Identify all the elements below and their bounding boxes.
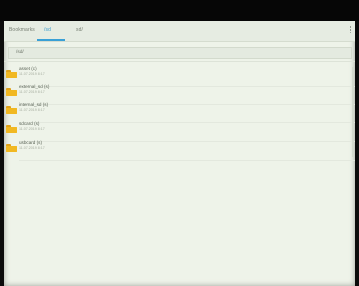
folder-icon <box>6 70 17 78</box>
item-name: asset (c) <box>19 66 37 71</box>
item-name: usbcard (s) <box>19 140 42 145</box>
tab-bookmarks[interactable]: Bookmarks <box>9 27 35 33</box>
overflow-menu-icon[interactable] <box>349 25 352 36</box>
current-path: /sd/ <box>16 50 24 55</box>
item-name: sdcard (s) <box>19 121 40 126</box>
file-manager-screen: Bookmarks /sd sd/ /sd/ asset (c) 11.07.2… <box>4 21 355 286</box>
item-name: external_sd (s) <box>19 84 50 89</box>
tab-bar: Bookmarks /sd sd/ <box>4 21 355 42</box>
active-tab-indicator <box>37 39 65 41</box>
item-date: 11.07.2019 8:17 <box>19 72 45 76</box>
tab-sd[interactable]: sd/ <box>76 27 83 33</box>
folder-icon <box>6 88 17 96</box>
item-date: 11.07.2019 8:17 <box>19 127 45 131</box>
row-separator <box>19 160 355 161</box>
item-date: 11.07.2019 8:17 <box>19 108 45 112</box>
folder-icon <box>6 144 17 152</box>
item-date: 11.07.2019 8:17 <box>19 90 45 94</box>
item-name: internal_sd (s) <box>19 102 49 107</box>
tab-sd-root[interactable]: /sd <box>44 27 51 33</box>
list-item[interactable]: usbcard (s) 11.07.2019 8:17 <box>4 139 355 161</box>
path-bar[interactable]: /sd/ <box>8 47 352 59</box>
folder-icon <box>6 125 17 133</box>
list-divider <box>4 61 355 62</box>
device-top-bezel <box>0 0 359 21</box>
folder-icon <box>6 106 17 114</box>
item-date: 11.07.2019 8:17 <box>19 146 45 150</box>
scrollbar[interactable] <box>352 67 354 157</box>
